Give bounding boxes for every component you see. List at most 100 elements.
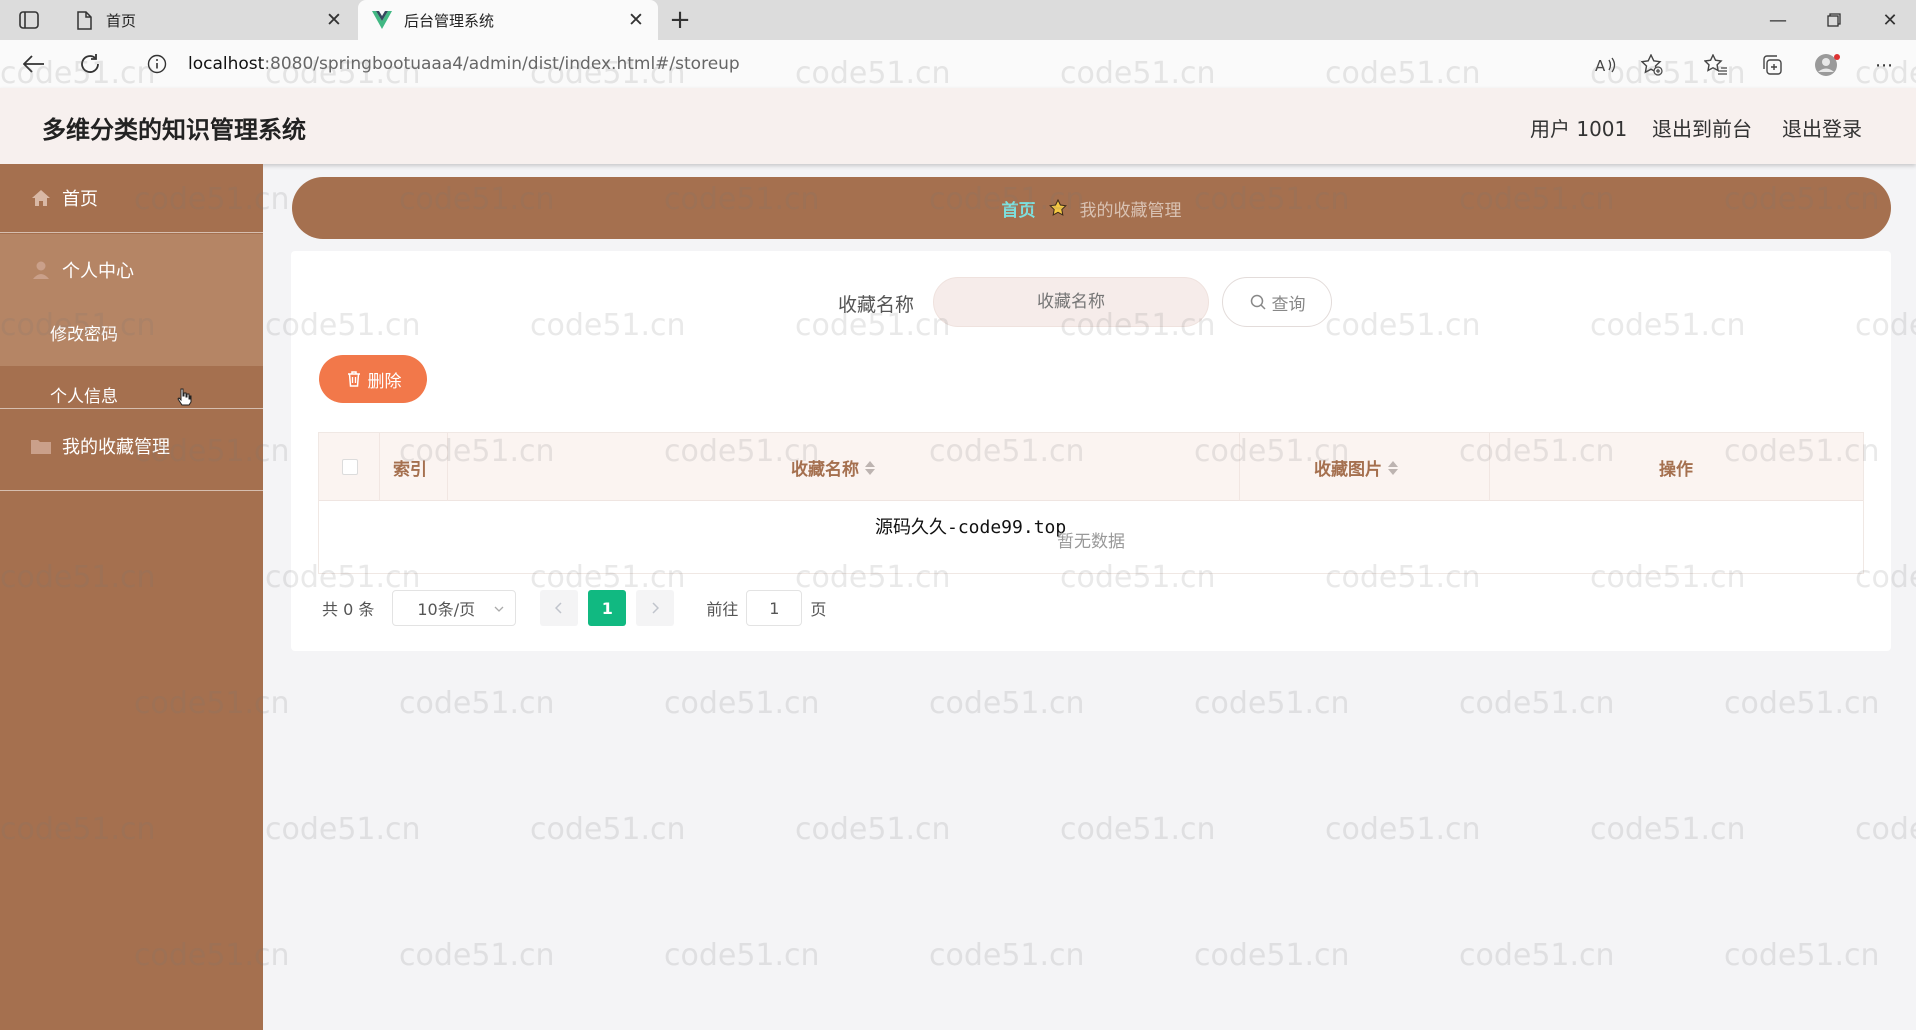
watermark-text: code51.cn [399, 686, 555, 721]
browser-tab-home[interactable]: 首页 ✕ [60, 0, 356, 40]
browser-tab-admin[interactable]: 后台管理系统 ✕ [358, 0, 658, 40]
back-icon[interactable] [18, 50, 50, 78]
watermark-text: code51.cn [1194, 686, 1350, 721]
column-separator [1239, 433, 1240, 501]
goto-prefix: 前往 [706, 600, 739, 619]
watermark-text: code51.cn [1855, 812, 1916, 847]
logout-link[interactable]: 退出登录 [1782, 113, 1862, 142]
sidebar-item-home[interactable]: 首页 [0, 178, 263, 218]
column-separator [379, 433, 380, 501]
column-header-name[interactable]: 收藏名称 [791, 455, 875, 480]
chevron-right-icon [652, 602, 660, 614]
browser-tab-bar: 首页 ✕ 后台管理系统 ✕ + — ✕ [0, 0, 1916, 40]
close-icon[interactable]: ✕ [626, 9, 646, 31]
goto-suffix: 页 [810, 600, 827, 619]
watermark-text: code51.cn [1194, 938, 1350, 973]
app-title: 多维分类的知识管理系统 [42, 116, 306, 144]
more-icon[interactable]: ⋯ [1870, 52, 1898, 78]
tab-actions-icon[interactable] [16, 8, 42, 32]
watermark-text: code51.cn [265, 812, 421, 847]
page-size-value: 10条/页 [417, 600, 476, 619]
add-favorite-icon[interactable] [1638, 52, 1666, 78]
watermark-text: code51.cn [929, 686, 1085, 721]
watermark-text: code51.cn [664, 686, 820, 721]
sort-icon[interactable] [1388, 460, 1398, 475]
favorites-icon[interactable] [1702, 52, 1730, 78]
column-header-index: 索引 [393, 460, 427, 480]
delete-button[interactable]: 删除 [319, 355, 427, 403]
sidebar-divider [0, 490, 263, 491]
window-close-icon[interactable]: ✕ [1870, 4, 1910, 36]
url-host: localhost [188, 54, 265, 74]
user-icon [30, 259, 52, 281]
chevron-down-icon [493, 603, 505, 615]
sidebar-item-label: 个人信息 [50, 386, 118, 407]
watermark-text: code51.cn [1325, 812, 1481, 847]
watermark-text: code51.cn [399, 938, 555, 973]
favorites-table: 索引 收藏名称 收藏图片 操作 源码久久-code99.top 暂无数据 [318, 432, 1864, 574]
breadcrumb-home[interactable]: 首页 [1002, 196, 1036, 221]
column-separator [447, 433, 448, 501]
column-header-actions: 操作 [1659, 460, 1693, 480]
sidebar-item-personal-info[interactable]: 个人信息 [0, 376, 263, 412]
sidebar-item-label: 修改密码 [50, 324, 118, 345]
url-field[interactable]: localhost:8080/springbootuaaa4/admin/dis… [132, 46, 1680, 82]
column-separator [1489, 433, 1490, 501]
watermark-text: code51.cn [929, 938, 1085, 973]
sidebar-item-favorites[interactable]: 我的收藏管理 [0, 426, 263, 466]
profile-avatar-icon[interactable] [1814, 52, 1842, 78]
sidebar-item-label: 个人中心 [62, 261, 134, 282]
search-label: 收藏名称 [838, 294, 915, 316]
folder-star-icon [30, 435, 52, 457]
column-header-image[interactable]: 收藏图片 [1314, 455, 1398, 480]
site-info-icon[interactable] [144, 51, 170, 77]
sort-icon[interactable] [865, 460, 875, 475]
collections-icon[interactable] [1758, 52, 1786, 78]
search-button-label: 查询 [1271, 294, 1306, 315]
hand-cursor-icon [176, 388, 192, 410]
watermark-text: code51.cn [1724, 938, 1880, 973]
url-path: :8080/springbootuaaa4/admin/dist/index.h… [264, 54, 740, 74]
star-icon [1048, 198, 1068, 218]
sidebar: 首页 个人中心 修改密码 个人信息 我的收藏管理 [0, 164, 263, 1030]
address-bar: localhost:8080/springbootuaaa4/admin/dis… [0, 40, 1916, 88]
sidebar-divider [0, 232, 263, 233]
chevron-left-icon [555, 602, 562, 614]
minimize-icon[interactable]: — [1758, 4, 1798, 36]
restore-icon[interactable] [1814, 4, 1854, 36]
watermark-text: code51.cn [1060, 812, 1216, 847]
current-user: 用户 1001 [1530, 117, 1628, 141]
empty-text: 暂无数据 [1057, 532, 1125, 552]
prev-page-button[interactable] [540, 590, 579, 626]
source-overlay-text: 源码久久-code99.top [875, 517, 1067, 538]
page-size-select[interactable]: 10条/页 [392, 590, 517, 626]
select-all-checkbox[interactable] [342, 459, 358, 475]
svg-text:A: A [1595, 57, 1606, 74]
watermark-text: code51.cn [1459, 938, 1615, 973]
delete-button-label: 删除 [367, 371, 402, 392]
search-icon [1249, 293, 1267, 311]
sidebar-item-change-password[interactable]: 修改密码 [0, 314, 263, 350]
watermark-text: code51.cn [1590, 812, 1746, 847]
reload-icon[interactable] [74, 50, 106, 78]
new-tab-icon[interactable]: + [666, 5, 694, 35]
back-to-front-link[interactable]: 退出到前台 [1652, 113, 1752, 142]
next-page-button[interactable] [636, 590, 675, 626]
goto-page-input[interactable] [746, 590, 803, 626]
sidebar-item-personal-center[interactable]: 个人中心 [0, 250, 263, 290]
search-input[interactable] [933, 277, 1209, 327]
search-button[interactable]: 查询 [1222, 277, 1332, 327]
close-icon[interactable]: ✕ [324, 9, 344, 31]
table-header: 索引 收藏名称 收藏图片 操作 [319, 433, 1863, 501]
tab-label: 后台管理系统 [404, 11, 495, 30]
total-count: 共 0 条 [322, 600, 375, 619]
home-icon [30, 187, 52, 209]
watermark-text: code51.cn [664, 938, 820, 973]
watermark-text: code51.cn [530, 812, 686, 847]
read-aloud-icon[interactable]: A [1592, 52, 1620, 78]
breadcrumb: 首页 我的收藏管理 [292, 177, 1891, 239]
tab-label: 首页 [106, 11, 137, 30]
pagination: 共 0 条 10条/页 1 前往 页 [322, 590, 826, 626]
watermark-text: code51.cn [795, 812, 951, 847]
page-number-active[interactable]: 1 [588, 590, 627, 626]
